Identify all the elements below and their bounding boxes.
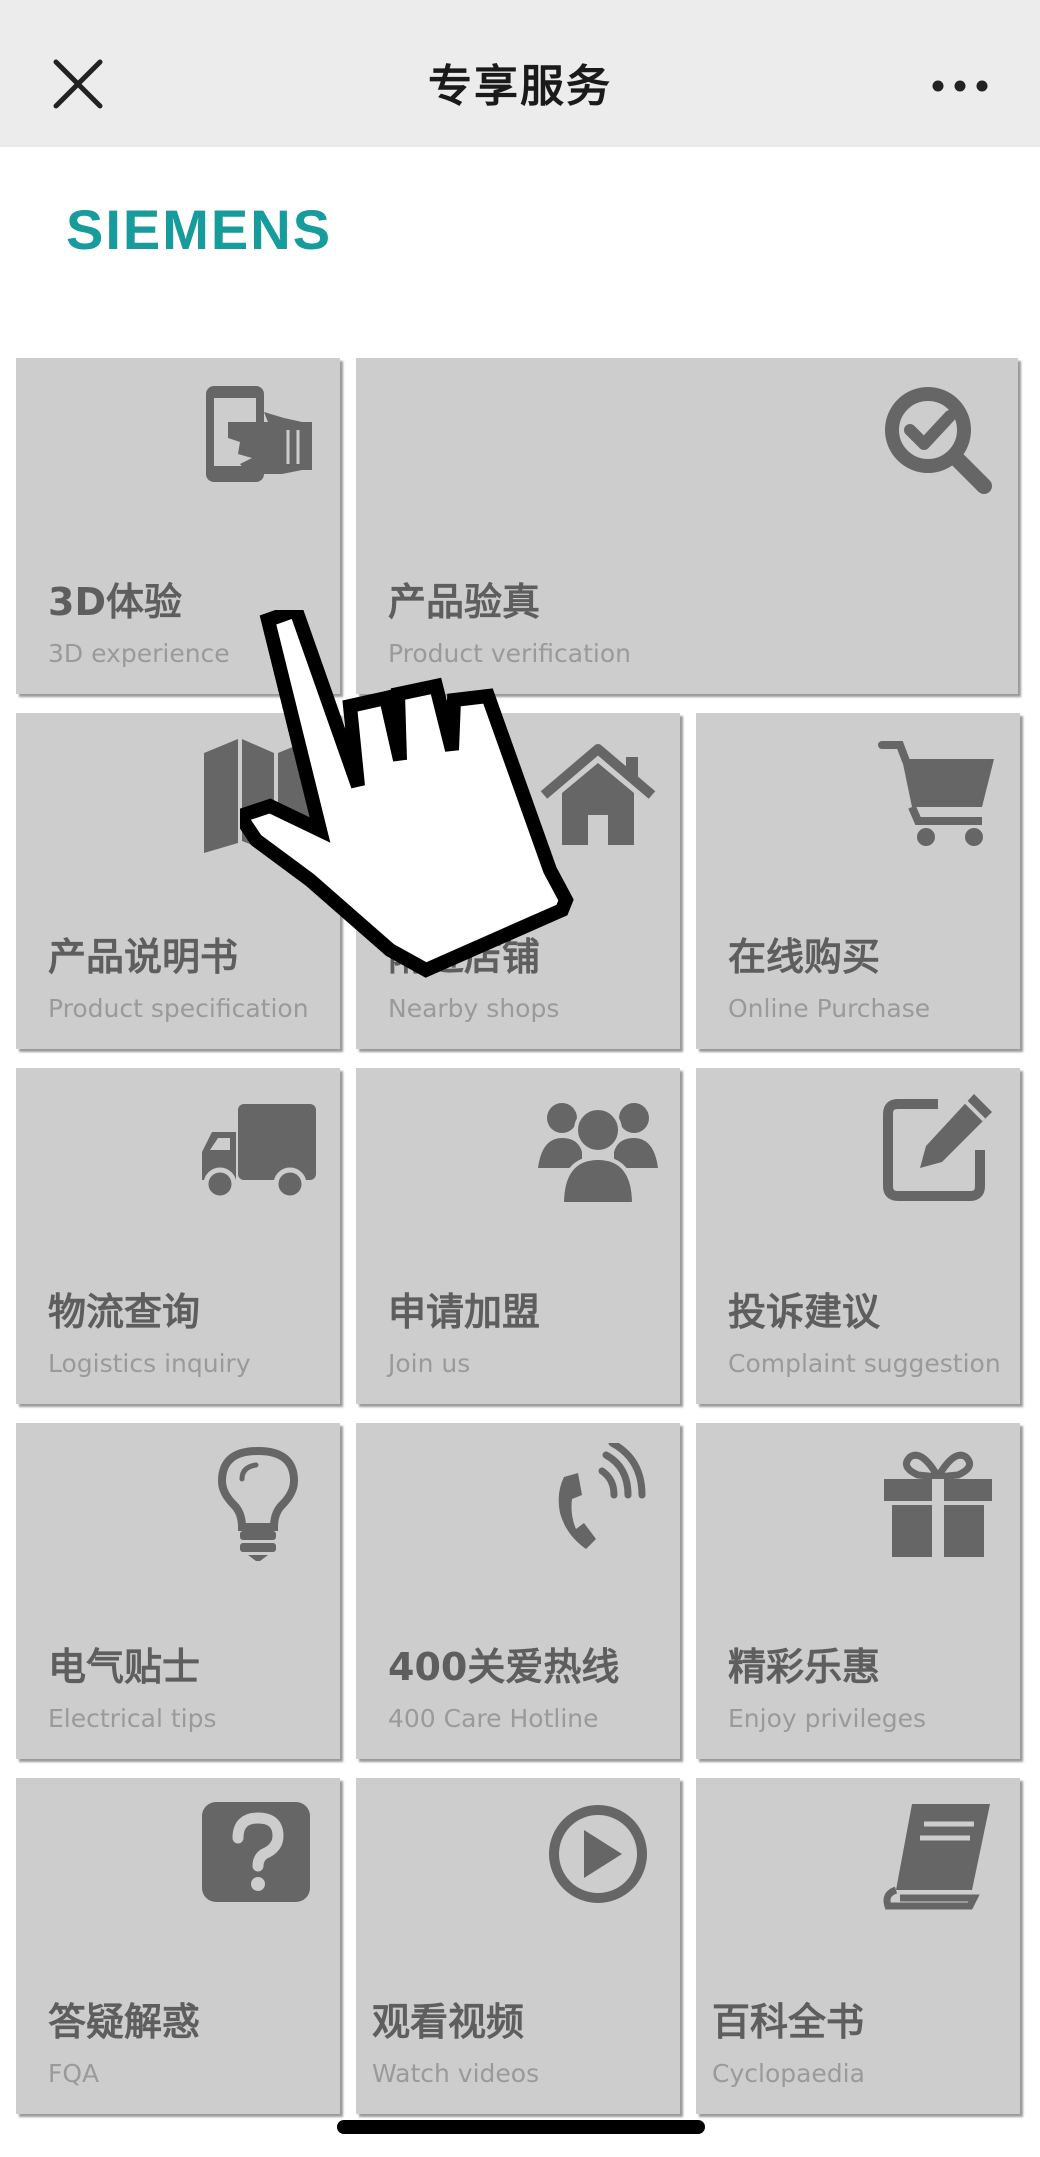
- truck-icon: [202, 1104, 316, 1201]
- tile-electrical-tips[interactable]: 电气贴士 Electrical tips: [16, 1423, 340, 1759]
- tile-title: 电气贴士: [48, 1645, 201, 1689]
- tile-care-hotline[interactable]: 400关爱热线 400 Care Hotline: [356, 1423, 680, 1759]
- tile-enjoy-privileges[interactable]: 精彩乐惠 Enjoy privileges: [696, 1423, 1020, 1759]
- map-icon: [204, 739, 312, 853]
- tile-subtitle: Product specification: [48, 994, 309, 1023]
- phone-hand-icon: [206, 386, 312, 482]
- tile-title: 百科全书: [712, 2000, 865, 2044]
- question-icon: [202, 1802, 310, 1902]
- group-icon: [538, 1103, 658, 1206]
- tile-subtitle: Join us: [388, 1349, 471, 1378]
- play-icon: [549, 1805, 647, 1903]
- tile-title: 投诉建议: [728, 1290, 881, 1334]
- home-indicator[interactable]: [337, 2120, 705, 2134]
- tile-title: 400关爱热线: [388, 1645, 620, 1689]
- tile-title: 答疑解惑: [48, 2000, 201, 2044]
- home-icon: [540, 744, 656, 845]
- page-title: 专享服务: [428, 61, 612, 112]
- tile-cyclopaedia[interactable]: 百科全书 Cyclopaedia: [696, 1778, 1020, 2114]
- lightbulb-icon: [217, 1446, 299, 1561]
- cart-icon: [878, 741, 994, 846]
- tile-title: 精彩乐惠: [728, 1645, 881, 1689]
- tile-subtitle: Enjoy privileges: [728, 1704, 927, 1733]
- tile-subtitle: FQA: [48, 2059, 100, 2088]
- tile-subtitle: Product verification: [388, 639, 631, 668]
- tile-complaint-suggestion[interactable]: 投诉建议 Complaint suggestion: [696, 1068, 1020, 1404]
- tile-product-specification[interactable]: 产品说明书 Product specification: [16, 713, 340, 1049]
- tile-3d-experience[interactable]: 3D体验 3D experience: [16, 358, 340, 694]
- tile-nearby-shops[interactable]: 附近店铺 Nearby shops: [356, 713, 680, 1049]
- tile-title: 申请加盟: [388, 1290, 541, 1334]
- tile-subtitle: Watch videos: [372, 2059, 540, 2088]
- tile-subtitle: Cyclopaedia: [712, 2059, 865, 2088]
- tile-title: 附近店铺: [388, 935, 541, 979]
- magnifier-check-icon: [885, 387, 992, 494]
- siemens-logo: SIEMENS: [66, 198, 333, 261]
- tile-logistics-inquiry[interactable]: 物流查询 Logistics inquiry: [16, 1068, 340, 1404]
- tile-join-us[interactable]: 申请加盟 Join us: [356, 1068, 680, 1404]
- tile-subtitle: 400 Care Hotline: [388, 1704, 599, 1733]
- tile-title: 观看视频: [372, 2000, 525, 2044]
- tile-subtitle: Logistics inquiry: [48, 1349, 251, 1378]
- tile-subtitle: Electrical tips: [48, 1704, 217, 1733]
- tile-title: 产品说明书: [48, 935, 239, 979]
- top-bar: 专享服务: [0, 0, 1040, 147]
- tile-title: 在线购买: [728, 935, 881, 979]
- phone-icon: [558, 1443, 646, 1549]
- tile-watch-videos[interactable]: 观看视频 Watch videos: [356, 1778, 680, 2114]
- edit-icon: [883, 1094, 992, 1201]
- tile-product-verification[interactable]: 产品验真 Product verification: [356, 358, 1018, 694]
- book-icon: [883, 1804, 990, 1910]
- gift-icon: [884, 1451, 992, 1557]
- more-horizontal-icon[interactable]: [930, 75, 990, 97]
- tile-subtitle: Nearby shops: [388, 994, 560, 1023]
- tile-title: 3D体验: [48, 580, 182, 624]
- tile-title: 产品验真: [388, 580, 541, 624]
- tile-online-purchase[interactable]: 在线购买 Online Purchase: [696, 713, 1020, 1049]
- tile-subtitle: Complaint suggestion: [728, 1349, 1001, 1378]
- tile-subtitle: 3D experience: [48, 639, 230, 668]
- tile-title: 物流查询: [48, 1290, 201, 1334]
- tile-subtitle: Online Purchase: [728, 994, 931, 1023]
- tile-faq[interactable]: 答疑解惑 FQA: [16, 1778, 340, 2114]
